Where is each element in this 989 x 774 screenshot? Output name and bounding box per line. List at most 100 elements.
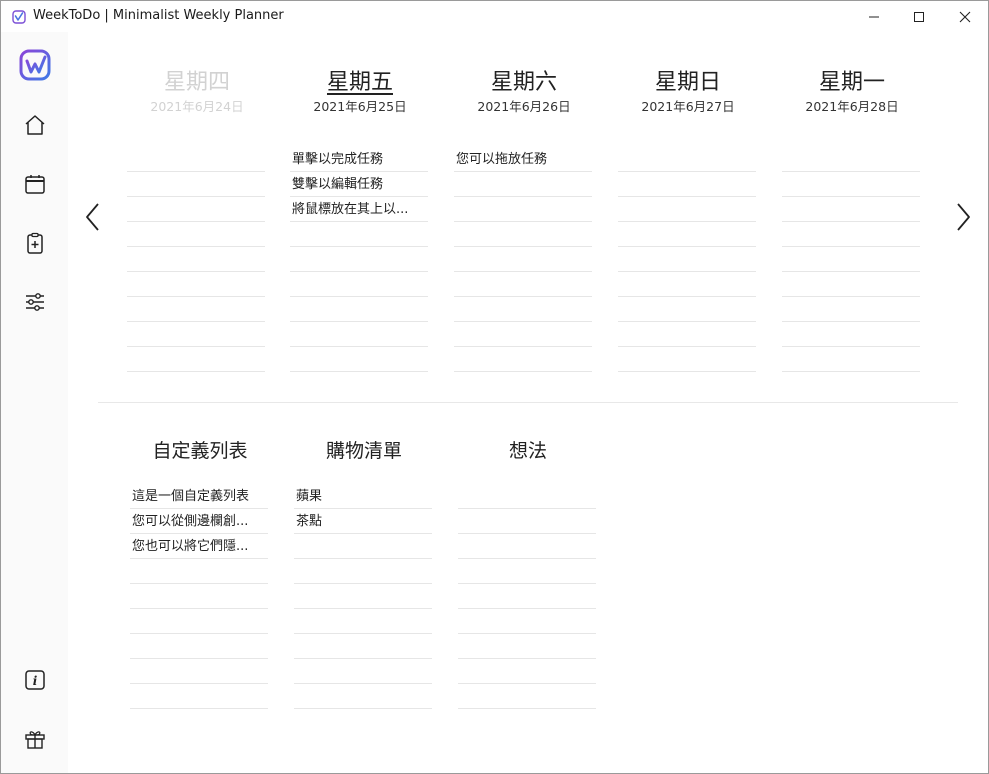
task-slot[interactable] <box>618 297 756 322</box>
task-slot[interactable] <box>290 247 428 272</box>
task-slot[interactable] <box>290 272 428 297</box>
task-item[interactable]: 這是一個自定義列表 <box>130 484 268 509</box>
task-slot[interactable] <box>458 584 596 609</box>
task-slot[interactable] <box>127 272 265 297</box>
title-bar[interactable]: WeekToDo | Minimalist Weekly Planner <box>1 1 988 32</box>
task-slot[interactable] <box>618 272 756 297</box>
task-slot[interactable] <box>454 347 592 372</box>
task-slot[interactable] <box>782 272 920 297</box>
task-slot[interactable] <box>290 222 428 247</box>
list-title[interactable]: 自定義列表 <box>130 436 270 466</box>
task-slot[interactable] <box>618 172 756 197</box>
settings-button[interactable] <box>21 288 49 316</box>
add-list-button[interactable] <box>21 229 49 257</box>
task-slot[interactable] <box>458 534 596 559</box>
task-slot[interactable] <box>454 172 592 197</box>
task-slot[interactable] <box>782 247 920 272</box>
maximize-button[interactable] <box>896 1 942 32</box>
calendar-button[interactable] <box>21 170 49 198</box>
weektodo-logo[interactable] <box>18 48 52 82</box>
task-item[interactable]: 您可以拖放任務 <box>454 147 592 172</box>
task-slot[interactable] <box>294 559 432 584</box>
list-title[interactable]: 想法 <box>458 436 598 466</box>
task-slot[interactable] <box>782 322 920 347</box>
task-slot[interactable] <box>454 197 592 222</box>
task-slot[interactable] <box>782 347 920 372</box>
day-date: 2021年6月27日 <box>641 99 735 114</box>
task-slot[interactable] <box>458 484 596 509</box>
task-slot[interactable] <box>294 634 432 659</box>
task-slot[interactable] <box>130 609 268 634</box>
day-date: 2021年6月26日 <box>477 99 571 114</box>
about-button[interactable]: i <box>21 666 49 694</box>
task-slot[interactable] <box>458 684 596 709</box>
day-name: 星期一 <box>818 70 885 95</box>
task-slot[interactable] <box>618 147 756 172</box>
custom-list-column[interactable]: 自定義列表 這是一個自定義列表 您可以從側邊欄創... 您也可以將它們隱... <box>130 436 270 709</box>
task-slot[interactable] <box>127 197 265 222</box>
shopping-list-column[interactable]: 購物清單 蘋果 茶點 <box>294 436 434 709</box>
day-column-friday[interactable]: 星期五 2021年6月25日 單擊以完成任務 雙擊以編輯任務 將鼠標放在其上以.… <box>290 68 430 372</box>
task-slot[interactable] <box>782 147 920 172</box>
task-slot[interactable] <box>294 534 432 559</box>
task-slot[interactable] <box>294 584 432 609</box>
info-icon: i <box>25 670 45 690</box>
task-slot[interactable] <box>454 247 592 272</box>
task-slot[interactable] <box>458 509 596 534</box>
donate-button[interactable] <box>21 725 49 753</box>
task-slot[interactable] <box>458 559 596 584</box>
task-item[interactable]: 茶點 <box>294 509 432 534</box>
home-button[interactable] <box>21 111 49 139</box>
day-column-sunday[interactable]: 星期日 2021年6月27日 <box>618 68 758 372</box>
task-slot[interactable] <box>618 347 756 372</box>
task-slot[interactable] <box>782 222 920 247</box>
task-slot[interactable] <box>130 634 268 659</box>
task-slot[interactable] <box>618 197 756 222</box>
task-slot[interactable] <box>290 322 428 347</box>
task-slot[interactable] <box>127 222 265 247</box>
task-item[interactable]: 蘋果 <box>294 484 432 509</box>
task-slot[interactable] <box>458 634 596 659</box>
task-slot[interactable] <box>458 609 596 634</box>
task-slot[interactable] <box>127 172 265 197</box>
day-column-monday[interactable]: 星期一 2021年6月28日 <box>782 68 922 372</box>
close-button[interactable] <box>942 1 988 32</box>
task-item[interactable]: 雙擊以編輯任務 <box>290 172 428 197</box>
task-slot[interactable] <box>127 322 265 347</box>
task-slot[interactable] <box>130 659 268 684</box>
task-slot[interactable] <box>454 322 592 347</box>
next-week-button[interactable] <box>951 199 975 235</box>
task-slot[interactable] <box>618 222 756 247</box>
task-slot[interactable] <box>290 347 428 372</box>
task-slot[interactable] <box>454 222 592 247</box>
task-slot[interactable] <box>294 684 432 709</box>
task-slot[interactable] <box>458 659 596 684</box>
task-item[interactable]: 您也可以將它們隱... <box>130 534 268 559</box>
previous-week-button[interactable] <box>81 199 105 235</box>
task-slot[interactable] <box>782 297 920 322</box>
minimize-button[interactable] <box>851 1 897 32</box>
task-slot[interactable] <box>127 147 265 172</box>
day-column-thursday[interactable]: 星期四 2021年6月24日 <box>127 68 267 372</box>
task-slot[interactable] <box>290 297 428 322</box>
task-item[interactable]: 將鼠標放在其上以... <box>290 197 428 222</box>
task-slot[interactable] <box>618 322 756 347</box>
task-slot[interactable] <box>130 684 268 709</box>
task-slot[interactable] <box>127 297 265 322</box>
task-slot[interactable] <box>782 172 920 197</box>
task-slot[interactable] <box>130 559 268 584</box>
task-slot[interactable] <box>127 247 265 272</box>
task-slot[interactable] <box>618 247 756 272</box>
task-slot[interactable] <box>294 659 432 684</box>
task-slot[interactable] <box>294 609 432 634</box>
task-slot[interactable] <box>454 297 592 322</box>
task-slot[interactable] <box>454 272 592 297</box>
task-slot[interactable] <box>127 347 265 372</box>
task-item[interactable]: 單擊以完成任務 <box>290 147 428 172</box>
list-title[interactable]: 購物清單 <box>294 436 434 466</box>
task-slot[interactable] <box>782 197 920 222</box>
ideas-list-column[interactable]: 想法 <box>458 436 598 709</box>
task-item[interactable]: 您可以從側邊欄創... <box>130 509 268 534</box>
day-column-saturday[interactable]: 星期六 2021年6月26日 您可以拖放任務 <box>454 68 594 372</box>
task-slot[interactable] <box>130 584 268 609</box>
